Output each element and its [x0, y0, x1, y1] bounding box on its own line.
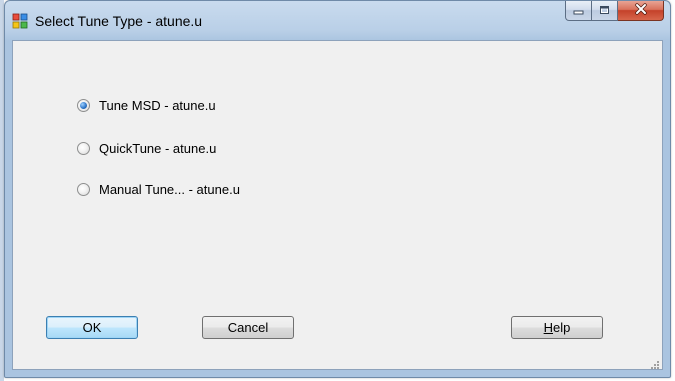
cancel-button[interactable]: Cancel [202, 316, 294, 339]
help-accelerator: H [543, 320, 554, 335]
title-bar[interactable]: Select Tune Type - atune.u [5, 1, 670, 40]
ok-button[interactable]: OK [46, 316, 138, 339]
option-label: Tune MSD - atune.u [99, 97, 216, 113]
option-quicktune[interactable]: QuickTune - atune.u [77, 139, 216, 157]
radio-button[interactable] [77, 141, 90, 155]
maximize-icon [599, 2, 610, 20]
dialog-window: Select Tune Type - atune.u Tune MSD - at… [4, 0, 671, 378]
option-label: QuickTune - atune.u [99, 140, 217, 156]
option-tune-msd[interactable]: Tune MSD - atune.u [77, 96, 216, 114]
radio-button[interactable] [77, 182, 90, 196]
option-manual-tune[interactable]: Manual Tune... - atune.u [77, 180, 240, 198]
help-button[interactable]: Help [511, 316, 603, 339]
minimize-icon [573, 2, 584, 20]
maximize-button[interactable] [592, 1, 618, 21]
dialog-client-area: Tune MSD - atune.u QuickTune - atune.u M… [12, 40, 663, 370]
help-label-rest: elp [553, 320, 571, 335]
close-icon [634, 2, 648, 20]
window-title: Select Tune Type - atune.u [35, 13, 203, 29]
app-window-icon[interactable] [12, 13, 28, 29]
radio-button-checked[interactable] [77, 98, 90, 112]
caption-buttons [565, 1, 664, 23]
resize-grip-icon[interactable] [650, 357, 660, 369]
close-button[interactable] [618, 1, 664, 21]
option-label: Manual Tune... - atune.u [99, 181, 240, 197]
minimize-button[interactable] [565, 1, 592, 21]
